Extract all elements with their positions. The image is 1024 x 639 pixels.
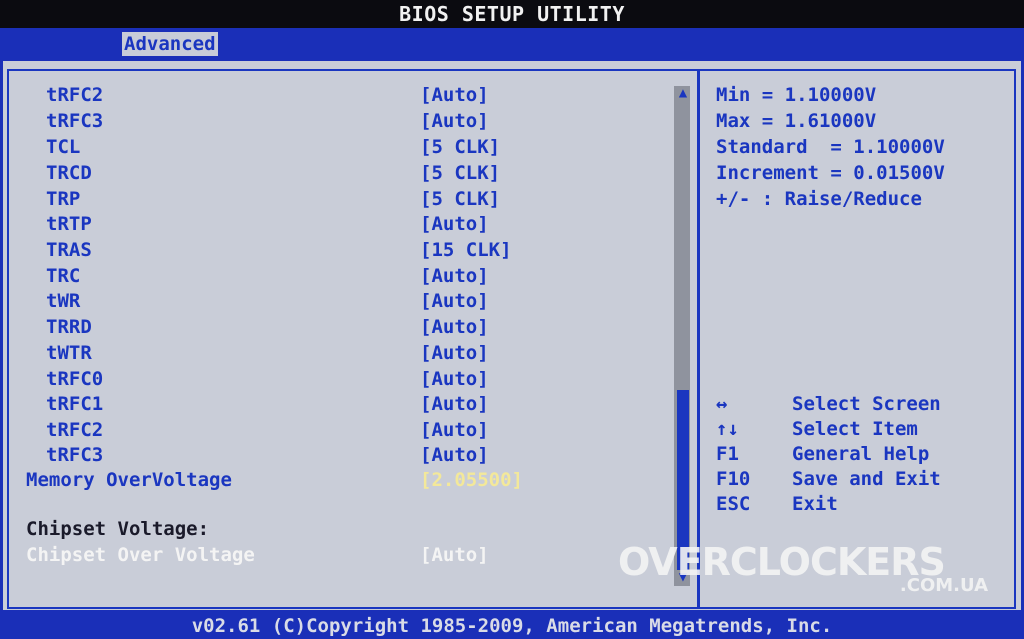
key-desc-select-screen: Select Screen (792, 393, 941, 415)
key-desc-save-exit: Save and Exit (792, 468, 941, 490)
setting-value-tras[interactable]: [15 CLK] (420, 239, 512, 261)
tab-advanced[interactable]: Advanced (122, 32, 218, 56)
setting-value-trfc3[interactable]: [Auto] (420, 110, 489, 132)
setting-label-trcd[interactable]: TRCD (46, 162, 92, 184)
setting-label-trfc3[interactable]: tRFC3 (46, 110, 103, 132)
help-max: Max = 1.61000V (716, 110, 877, 132)
help-min: Min = 1.10000V (716, 84, 877, 106)
chipset-voltage-heading: Chipset Voltage: (26, 518, 210, 540)
watermark-line1: OVERCLOCKERS (618, 540, 946, 584)
setting-label-tras[interactable]: TRAS (46, 239, 92, 261)
key-esc: ESC (716, 493, 751, 515)
watermark-line2: .COM.UA (899, 575, 988, 596)
tab-bar: Advanced (0, 28, 1024, 58)
setting-label-trp[interactable]: TRP (46, 188, 80, 210)
app-title: BIOS SETUP UTILITY (0, 0, 1024, 28)
setting-label-trfc3-b[interactable]: tRFC3 (46, 444, 103, 466)
setting-label-trfc1[interactable]: tRFC1 (46, 393, 103, 415)
setting-value-trrd[interactable]: [Auto] (420, 316, 489, 338)
chipset-overvoltage-value[interactable]: [Auto] (420, 544, 489, 566)
key-f10: F10 (716, 468, 751, 490)
copyright-footer: v02.61 (C)Copyright 1985-2009, American … (0, 613, 1024, 639)
setting-label-trfc2-b[interactable]: tRFC2 (46, 419, 103, 441)
up-down-arrow-icon: ↑↓ (716, 418, 739, 440)
setting-label-twr[interactable]: tWR (46, 290, 80, 312)
setting-label-trrd[interactable]: TRRD (46, 316, 92, 338)
help-standard: Standard = 1.10000V (716, 136, 945, 158)
setting-label-tcl[interactable]: TCL (46, 136, 80, 158)
setting-value-trfc2[interactable]: [Auto] (420, 84, 489, 106)
setting-value-trc[interactable]: [Auto] (420, 265, 489, 287)
scroll-up-arrow-icon[interactable]: ▲ (676, 86, 690, 100)
setting-value-tcl[interactable]: [5 CLK] (420, 136, 500, 158)
setting-value-trfc3-b[interactable]: [Auto] (420, 444, 489, 466)
watermark-logo: OVERCLOCKERS .COM.UA (618, 542, 998, 598)
setting-value-trfc0[interactable]: [Auto] (420, 368, 489, 390)
chipset-overvoltage-label[interactable]: Chipset Over Voltage (26, 544, 255, 566)
key-f1: F1 (716, 443, 739, 465)
key-desc-exit: Exit (792, 493, 838, 515)
key-desc-select-item: Select Item (792, 418, 918, 440)
setting-value-trtp[interactable]: [Auto] (420, 213, 489, 235)
setting-value-twr[interactable]: [Auto] (420, 290, 489, 312)
setting-label-trfc0[interactable]: tRFC0 (46, 368, 103, 390)
setting-label-trfc2[interactable]: tRFC2 (46, 84, 103, 106)
setting-value-trfc2-b[interactable]: [Auto] (420, 419, 489, 441)
memory-overvoltage-label[interactable]: Memory OverVoltage (26, 469, 232, 491)
setting-label-twtr[interactable]: tWTR (46, 342, 92, 364)
help-increment: Increment = 0.01500V (716, 162, 945, 184)
help-raise-reduce: +/- : Raise/Reduce (716, 188, 922, 210)
memory-overvoltage-value[interactable]: [2.05500] (420, 469, 523, 491)
setting-label-trc[interactable]: TRC (46, 265, 80, 287)
setting-label-trtp[interactable]: tRTP (46, 213, 92, 235)
left-right-arrow-icon: ↔ (716, 393, 728, 415)
setting-value-trp[interactable]: [5 CLK] (420, 188, 500, 210)
setting-value-trcd[interactable]: [5 CLK] (420, 162, 500, 184)
setting-value-trfc1[interactable]: [Auto] (420, 393, 489, 415)
key-desc-general-help: General Help (792, 443, 930, 465)
setting-value-twtr[interactable]: [Auto] (420, 342, 489, 364)
